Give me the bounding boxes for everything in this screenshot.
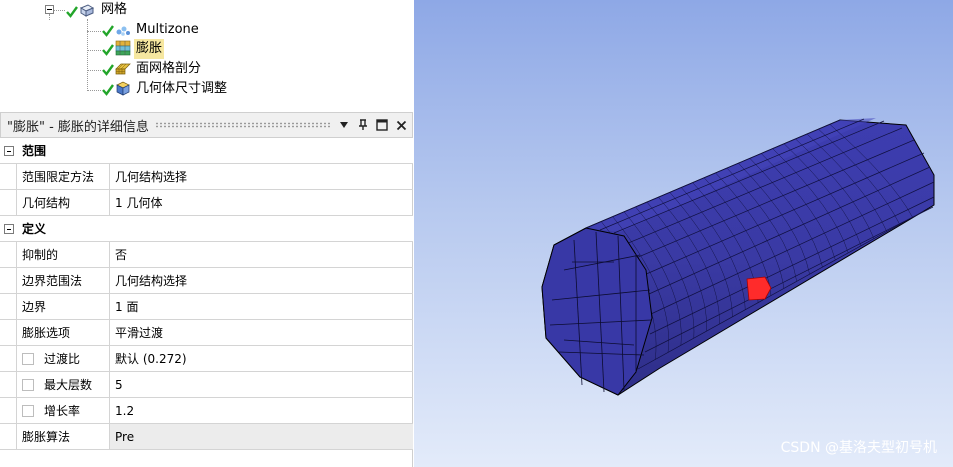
watermark: CSDN @基洛夫型初号机 xyxy=(780,440,937,456)
property-key: 边界 xyxy=(17,294,110,319)
property-key: 边界范围法 xyxy=(17,268,110,293)
collapse-toggle[interactable] xyxy=(45,5,54,14)
tree-item-multizone[interactable]: Multizone xyxy=(134,20,201,40)
property-key: 过渡比 xyxy=(44,352,81,366)
tree-item-face-meshing[interactable]: 面网格剖分 xyxy=(134,59,203,79)
property-value[interactable]: 1 面 xyxy=(110,294,413,319)
details-title-bar: "膨胀" - 膨胀的详细信息 xyxy=(0,112,413,138)
property-value[interactable]: 5 xyxy=(110,372,413,397)
row-gutter xyxy=(0,294,17,319)
body-sizing-icon xyxy=(116,81,130,96)
property-value[interactable]: 几何结构选择 xyxy=(110,268,413,293)
category-label: 范围 xyxy=(22,144,47,158)
tree-connector xyxy=(87,70,101,71)
check-icon xyxy=(102,44,114,56)
property-value[interactable]: 平滑过渡 xyxy=(110,320,413,345)
close-icon[interactable] xyxy=(393,117,409,133)
property-row[interactable]: 范围限定方法 几何结构选择 xyxy=(0,164,413,190)
multizone-icon xyxy=(116,26,130,36)
parameter-checkbox[interactable] xyxy=(22,404,34,417)
tree-item-mesh[interactable]: 网格 xyxy=(99,0,129,20)
tree-connector xyxy=(87,90,101,91)
check-icon xyxy=(102,64,114,76)
check-icon xyxy=(102,25,114,37)
dropdown-icon[interactable] xyxy=(336,117,352,133)
tree-connector xyxy=(49,14,50,20)
row-gutter xyxy=(0,320,17,345)
row-gutter xyxy=(0,372,17,397)
parameter-checkbox[interactable] xyxy=(22,378,34,391)
row-gutter xyxy=(0,268,17,293)
property-key: 膨胀算法 xyxy=(17,424,110,449)
title-grip xyxy=(154,122,330,128)
pin-icon[interactable] xyxy=(355,117,371,133)
tree-connector xyxy=(87,31,101,32)
graphics-viewport[interactable]: CSDN @基洛夫型初号机 xyxy=(414,0,953,467)
details-title: "膨胀" - 膨胀的详细信息 xyxy=(7,119,149,135)
meshed-cylinder[interactable] xyxy=(414,0,953,467)
check-icon xyxy=(102,84,114,96)
property-key: 范围限定方法 xyxy=(17,164,110,189)
tree-item-label: 几何体尺寸调整 xyxy=(136,81,228,96)
row-gutter xyxy=(0,190,17,215)
mesh-icon xyxy=(79,4,95,17)
property-row[interactable]: 膨胀选项 平滑过渡 xyxy=(0,320,413,346)
property-key: 最大层数 xyxy=(44,378,93,392)
row-gutter xyxy=(0,242,17,267)
category-scope: 范围 xyxy=(0,138,413,164)
row-gutter xyxy=(0,424,17,449)
tree-connector xyxy=(53,10,65,11)
tree-item-label: 网格 xyxy=(101,2,128,17)
row-gutter xyxy=(0,346,17,371)
category-definition: 定义 xyxy=(0,216,413,242)
property-row[interactable]: 抑制的 否 xyxy=(0,242,413,268)
property-key: 几何结构 xyxy=(17,190,110,215)
property-value[interactable]: 1 几何体 xyxy=(110,190,413,215)
tree-item-label: 膨胀 xyxy=(134,39,165,59)
face-meshing-icon xyxy=(115,63,131,75)
collapse-toggle[interactable] xyxy=(4,224,14,234)
maximize-icon[interactable] xyxy=(374,117,390,133)
property-value[interactable]: 默认 (0.272) xyxy=(110,346,413,371)
tree-item-body-sizing[interactable]: 几何体尺寸调整 xyxy=(134,79,229,99)
property-row[interactable]: 几何结构 1 几何体 xyxy=(0,190,413,216)
tree-connector xyxy=(87,19,88,91)
property-key: 抑制的 xyxy=(17,242,110,267)
property-row[interactable]: 膨胀算法 Pre xyxy=(0,424,413,450)
property-key-with-checkbox: 最大层数 xyxy=(17,372,110,397)
property-row[interactable]: 边界 1 面 xyxy=(0,294,413,320)
property-key-with-checkbox: 增长率 xyxy=(17,398,110,423)
property-key-with-checkbox: 过渡比 xyxy=(17,346,110,371)
property-key: 增长率 xyxy=(44,404,81,418)
tree-item-label: 面网格剖分 xyxy=(136,61,202,76)
details-grid: 范围 范围限定方法 几何结构选择 几何结构 1 几何体 定义 抑制的 否 边界范… xyxy=(0,138,413,450)
row-gutter xyxy=(0,398,17,423)
tree-item-label: Multizone xyxy=(136,22,199,37)
property-key: 膨胀选项 xyxy=(17,320,110,345)
property-value[interactable]: 否 xyxy=(110,242,413,267)
property-row[interactable]: 增长率 1.2 xyxy=(0,398,413,424)
inflation-icon xyxy=(115,40,131,56)
collapse-toggle[interactable] xyxy=(4,146,14,156)
outline-tree: 网格 Multizone 膨胀 面网格剖分 几何体尺寸调整 xyxy=(0,0,413,108)
tree-item-inflation[interactable]: 膨胀 xyxy=(134,39,165,59)
check-icon xyxy=(66,6,78,18)
property-value[interactable]: 几何结构选择 xyxy=(110,164,413,189)
property-row[interactable]: 过渡比 默认 (0.272) xyxy=(0,346,413,372)
tree-connector xyxy=(87,50,101,51)
row-gutter xyxy=(0,164,17,189)
property-row[interactable]: 边界范围法 几何结构选择 xyxy=(0,268,413,294)
property-value[interactable]: Pre xyxy=(110,424,413,449)
property-value[interactable]: 1.2 xyxy=(110,398,413,423)
category-label: 定义 xyxy=(22,222,47,236)
parameter-checkbox[interactable] xyxy=(22,352,34,365)
property-row[interactable]: 最大层数 5 xyxy=(0,372,413,398)
details-panel: "膨胀" - 膨胀的详细信息 范围 范围限定方法 几何结构选择 几何结构 1 几… xyxy=(0,112,413,467)
